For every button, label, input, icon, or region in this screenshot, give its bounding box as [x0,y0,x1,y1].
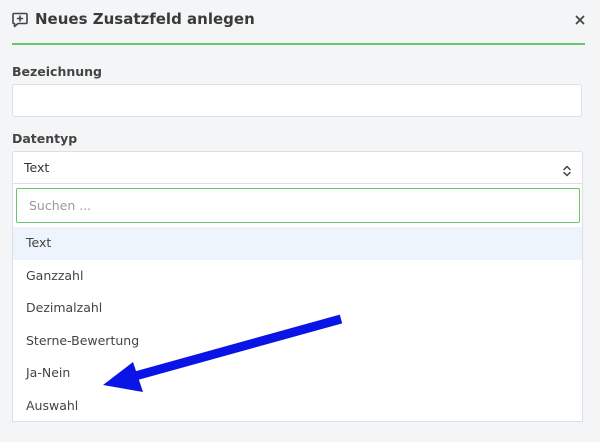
option-label: Text [26,235,52,250]
comment-plus-icon [12,12,28,28]
datatype-dropdown: Suchen ... Text Ganzzahl Dezimalzahl Ste… [12,184,583,422]
option-label: Ja-Nein [26,365,71,380]
option-label: Auswahl [26,398,79,413]
option-ja-nein[interactable]: Ja-Nein [13,357,582,390]
option-auswahl[interactable]: Auswahl [13,390,582,423]
dialog-header: Neues Zusatzfeld anlegen [0,0,600,45]
datatype-label: Datentyp [12,131,78,146]
search-placeholder: Suchen ... [29,198,92,213]
chevron-up-down-icon [562,162,572,177]
dropdown-search-input[interactable]: Suchen ... [16,188,580,223]
name-label: Bezeichnung [12,64,102,79]
new-custom-field-dialog: Neues Zusatzfeld anlegen Bezeichnung Dat… [0,0,600,442]
option-label: Sterne-Bewertung [26,333,140,348]
datatype-selected-value: Text [24,160,50,175]
option-sterne-bewertung[interactable]: Sterne-Bewertung [13,325,582,358]
close-icon[interactable] [572,12,588,28]
option-label: Dezimalzahl [26,300,103,315]
datatype-select[interactable]: Text [12,151,583,184]
name-input[interactable] [12,84,582,117]
option-label: Ganzzahl [26,268,84,283]
option-ganzzahl[interactable]: Ganzzahl [13,260,582,293]
header-divider [12,43,585,45]
option-dezimalzahl[interactable]: Dezimalzahl [13,292,582,325]
dialog-title: Neues Zusatzfeld anlegen [35,10,255,28]
option-text[interactable]: Text [13,227,582,260]
